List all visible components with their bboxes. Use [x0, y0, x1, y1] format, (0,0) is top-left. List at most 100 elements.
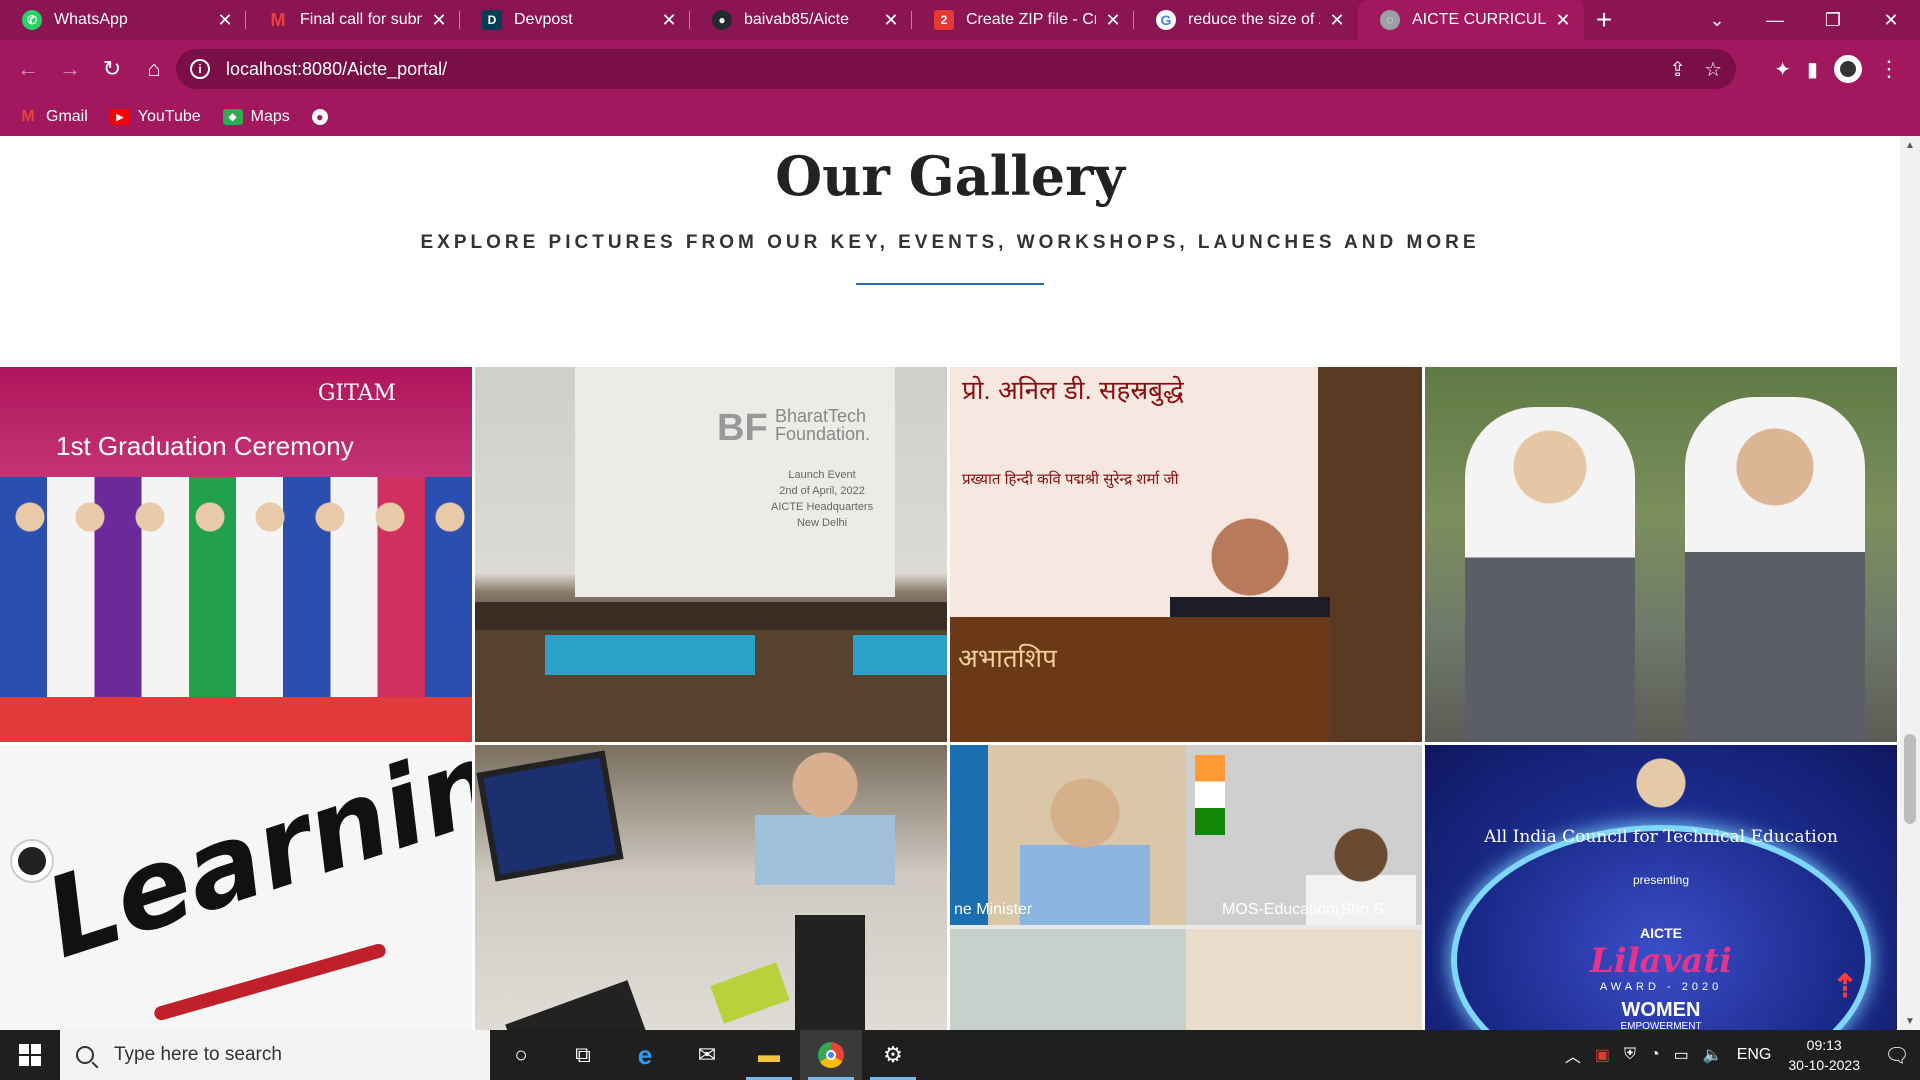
image-text: New Delhi [796, 517, 848, 529]
bookmark-gmail[interactable]: M Gmail [18, 108, 88, 126]
gallery-image-students[interactable] [1425, 367, 1897, 742]
new-tab-button[interactable]: + [1584, 0, 1624, 40]
chrome-icon[interactable] [800, 1030, 862, 1080]
profile-avatar[interactable] [1834, 55, 1862, 83]
close-icon[interactable]: ✕ [658, 10, 680, 31]
site-info-icon[interactable]: i [190, 59, 210, 79]
tab-google-search[interactable]: G reduce the size of zip ✕ [1134, 0, 1358, 40]
search-placeholder: Type here to search [114, 1044, 282, 1065]
edge-icon[interactable]: e [614, 1030, 676, 1080]
bookmark-globe[interactable]: ● [311, 109, 336, 125]
tab-aicte[interactable]: ◌ AICTE CURRICULAM ✕ [1358, 0, 1584, 40]
close-icon[interactable]: ✕ [1552, 10, 1574, 31]
gallery-subtitle: EXPLORE PICTURES FROM OUR KEY, EVENTS, W… [420, 232, 1480, 253]
gallery-title: Our Gallery [775, 144, 1125, 208]
taskbar-clock[interactable]: 09:13 30-10-2023 [1788, 1035, 1860, 1075]
video-tile [1186, 929, 1422, 1030]
bookmark-youtube[interactable]: ▶ YouTube [109, 108, 201, 126]
google-icon: G [1156, 10, 1176, 30]
title-underline [856, 283, 1044, 285]
monitor [476, 750, 624, 882]
scrollbar-thumb[interactable] [1904, 734, 1916, 824]
tab-search-icon[interactable]: ⌄ [1688, 0, 1746, 40]
file-explorer-icon[interactable]: ▬ [738, 1030, 800, 1080]
cortana-icon[interactable]: ○ [490, 1030, 552, 1080]
banner-text: प्रो. अनिल डी. सहस्रबुद्धे प्रख्यात हिन्… [962, 375, 1184, 495]
windows-taskbar: Type here to search ○ ⧉ e ✉ ▬ ⚙ ︿ ▣ ⛨ ◔ … [0, 1030, 1920, 1080]
student-figure [1465, 407, 1635, 742]
settings-gear-icon[interactable]: ⚙ [862, 1030, 924, 1080]
window-close-icon[interactable]: ✕ [1862, 0, 1920, 40]
mail-icon[interactable]: ✉ [676, 1030, 738, 1080]
close-icon[interactable]: ✕ [214, 10, 236, 31]
gallery-grid: GITAM 1st Graduation Ceremony BF BharatT… [0, 367, 1898, 1030]
notifications-icon[interactable]: 🗨 [1874, 1030, 1920, 1080]
extensions-puzzle-icon[interactable]: ✦ [1774, 57, 1791, 82]
tab-create-zip[interactable]: 2 Create ZIP file - Creat ✕ [912, 0, 1134, 40]
restore-icon[interactable]: ❐ [1804, 0, 1862, 40]
url-text[interactable]: localhost:8080/Aicte_portal/ [226, 59, 447, 80]
gallery-image-lilavati-award[interactable]: All India Council for Technical Educatio… [1425, 745, 1897, 1030]
workshop-participant [755, 745, 895, 885]
gallery-image-bharattech[interactable]: BF BharatTech Foundation. Launch Event 2… [475, 367, 947, 742]
page-viewport: Our Gallery EXPLORE PICTURES FROM OUR KE… [0, 136, 1900, 1030]
video-tile [950, 745, 1186, 925]
tab-strip: ✆ WhatsApp ✕ M Final call for submissi ✕… [0, 0, 1920, 40]
image-text: अभातशिप [958, 643, 1057, 673]
tab-gmail[interactable]: M Final call for submissi ✕ [246, 0, 460, 40]
close-icon[interactable]: ✕ [1102, 10, 1124, 31]
task-view-icon[interactable]: ⧉ [552, 1030, 614, 1080]
tab-devpost[interactable]: D Devpost ✕ [460, 0, 690, 40]
tab-title: Final call for submissi [300, 11, 422, 28]
show-hidden-icons-icon[interactable]: ︿ [1565, 1043, 1581, 1067]
bookmark-maps[interactable]: ◆ Maps [222, 108, 290, 126]
gallery-image-learning[interactable]: Learning [0, 745, 472, 1030]
gallery-image-video-conference[interactable]: ne Minister MOS-Education(Shri S [950, 745, 1422, 1030]
menu-kebab-icon[interactable]: ⋮ [1878, 56, 1900, 82]
back-icon[interactable]: ← [8, 49, 48, 89]
laptop [505, 980, 655, 1030]
image-text: MOS-Education(Shri S [1222, 901, 1384, 918]
share-icon[interactable]: ⇪ [1669, 57, 1686, 82]
reload-icon[interactable]: ↻ [92, 49, 132, 89]
side-panel-icon[interactable]: ▮ [1807, 57, 1818, 82]
scroll-down-icon[interactable]: ▼ [1900, 1012, 1920, 1030]
gallery-image-hindi-launch[interactable]: प्रो. अनिल डी. सहस्रबुद्धे प्रख्यात हिन्… [950, 367, 1422, 742]
podium [950, 617, 1330, 742]
language-indicator[interactable]: ENG [1737, 1046, 1772, 1064]
security-shield-icon[interactable]: ⛨ [1624, 1046, 1636, 1064]
image-text: Foundation. [775, 424, 871, 444]
close-icon[interactable]: ✕ [428, 10, 450, 31]
tab-github[interactable]: ● baivab85/Aicte ✕ [690, 0, 912, 40]
scroll-up-icon[interactable]: ▲ [1900, 136, 1920, 154]
red-swoosh [152, 942, 388, 1022]
minimize-icon[interactable]: — [1746, 0, 1804, 40]
close-icon[interactable]: ✕ [880, 10, 902, 31]
gallery-image-graduation[interactable]: GITAM 1st Graduation Ceremony [0, 367, 472, 742]
gallery-image-workshop[interactable] [475, 745, 947, 1030]
tab-title: Create ZIP file - Creat [966, 11, 1096, 28]
omnibox-actions: ⇪ ☆ [1669, 49, 1722, 89]
whatsapp-icon: ✆ [22, 10, 42, 30]
image-text: ne Minister [954, 901, 1033, 918]
devpost-icon: D [482, 10, 502, 30]
image-text: BF [717, 407, 768, 449]
tab-whatsapp[interactable]: ✆ WhatsApp ✕ [0, 0, 246, 40]
start-button[interactable] [0, 1030, 60, 1080]
home-icon[interactable]: ⌂ [134, 49, 174, 89]
volume-icon[interactable]: 🔈 [1703, 1045, 1723, 1065]
forward-icon[interactable]: → [50, 49, 90, 89]
close-icon[interactable]: ✕ [1326, 10, 1348, 31]
bookmark-star-icon[interactable]: ☆ [1704, 57, 1722, 82]
battery-icon[interactable]: ▭ [1674, 1045, 1689, 1065]
tab-title: reduce the size of zip [1188, 11, 1320, 28]
taskbar-search[interactable]: Type here to search [60, 1030, 490, 1080]
windows-logo-icon [19, 1044, 41, 1066]
page-scrollbar[interactable]: ▲ ▼ [1900, 136, 1920, 1030]
antivirus-icon[interactable]: ▣ [1595, 1045, 1610, 1065]
video-tile [950, 929, 1186, 1030]
bookmark-label: Gmail [46, 108, 88, 125]
address-bar[interactable]: i localhost:8080/Aicte_portal/ ⇪ ☆ [176, 49, 1736, 89]
scroll-to-top-icon[interactable]: ⇡ [1825, 967, 1865, 1007]
wifi-icon[interactable]: ◔ [1650, 1046, 1660, 1064]
